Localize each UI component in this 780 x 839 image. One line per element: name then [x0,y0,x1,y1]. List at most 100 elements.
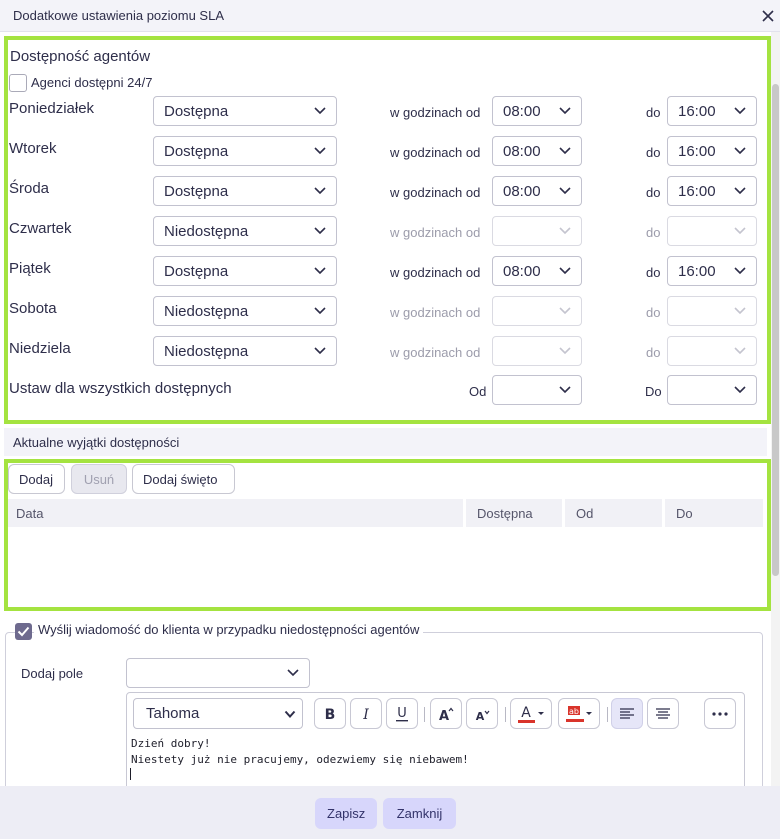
day-status-value: Niedostępna [164,223,249,240]
chevron-down-icon [314,307,326,315]
text-caret [130,768,131,780]
from-time-value: 08:00 [503,103,541,120]
bold-button[interactable]: B [314,698,346,729]
svg-text:A: A [521,705,531,721]
to-time-value: 16:00 [678,263,716,280]
to-time-select[interactable]: 16:00 [667,256,757,286]
align-center-button[interactable] [647,698,679,729]
close-icon[interactable] [759,7,777,25]
from-time-select[interactable] [492,296,582,326]
column-header-date[interactable]: Data [8,499,463,527]
to-label: do [646,145,661,160]
add-holiday-button[interactable]: Dodaj święto [132,464,235,494]
font-family-select[interactable]: Tahoma [133,698,303,729]
to-time-value: 16:00 [678,183,716,200]
column-header-available[interactable]: Dostępna [466,499,562,527]
day-status-value: Niedostępna [164,343,249,360]
toolbar-separator [424,707,425,722]
day-status-select[interactable]: Niedostępna [153,296,337,326]
italic-button[interactable]: I [350,698,382,729]
to-time-select[interactable] [667,336,757,366]
always-available-checkbox[interactable] [9,74,27,92]
from-time-select[interactable]: 08:00 [492,256,582,286]
underline-button[interactable]: U [386,698,418,729]
save-button[interactable]: Zapisz [315,798,377,829]
to-time-select[interactable] [667,216,757,246]
day-status-value: Dostępna [164,103,229,120]
chevron-down-icon [559,267,571,275]
align-left-button[interactable] [611,698,643,729]
day-label: Wtorek [9,140,57,157]
set-all-from-select[interactable] [492,375,582,405]
from-time-select[interactable]: 08:00 [492,96,582,126]
day-status-select[interactable]: Niedostępna [153,336,337,366]
day-status-value: Dostępna [164,263,229,280]
toolbar-separator [505,707,506,722]
scrollbar-thumb[interactable] [772,84,779,576]
from-time-select[interactable]: 08:00 [492,136,582,166]
chevron-down-icon [314,147,326,155]
day-label: Czwartek [9,220,72,237]
decrease-font-button[interactable]: A [466,698,498,729]
to-time-select[interactable]: 16:00 [667,136,757,166]
day-label: Piątek [9,260,51,277]
chevron-down-icon [314,107,326,115]
chevron-down-icon [734,307,746,315]
from-label: w godzinach od [390,305,481,320]
day-label: Poniedziałek [9,100,95,117]
day-status-select[interactable]: Dostępna [153,176,337,206]
day-label: Sobota [9,300,57,317]
day-status-select[interactable]: Dostępna [153,256,337,286]
close-button[interactable]: Zamknij [383,798,456,829]
chevron-down-icon [734,386,746,394]
from-time-select[interactable] [492,336,582,366]
to-label: do [646,225,661,240]
chevron-down-icon [734,147,746,155]
chevron-down-icon [559,307,571,315]
italic-icon: I [362,707,369,722]
column-header-from[interactable]: Od [565,499,662,527]
svg-text:B: B [325,707,336,722]
add-exception-button[interactable]: Dodaj [8,464,65,494]
to-time-select[interactable]: 16:00 [667,96,757,126]
set-all-to-select[interactable] [667,375,757,405]
highlight-color-button[interactable]: ab [558,698,600,729]
column-header-to[interactable]: Do [665,499,763,527]
to-time-select[interactable]: 16:00 [667,176,757,206]
day-status-select[interactable]: Dostępna [153,96,337,126]
from-time-select[interactable]: 08:00 [492,176,582,206]
add-field-select[interactable] [126,658,310,688]
to-label: do [646,185,661,200]
day-status-select[interactable]: Dostępna [153,136,337,166]
bold-icon: B [325,707,336,722]
day-status-select[interactable]: Niedostępna [153,216,337,246]
remove-exception-button[interactable]: Usuń [71,464,127,494]
increase-font-button[interactable]: A [430,698,462,729]
chevron-down-icon [734,347,746,355]
scrollbar[interactable] [771,32,780,786]
svg-text:A: A [439,709,449,722]
to-label: do [646,305,661,320]
chevron-down-icon [559,107,571,115]
to-label: do [646,265,661,280]
chevron-down-icon [734,187,746,195]
availability-title: Dostępność agentów [10,48,151,65]
always-available-label: Agenci dostępni 24/7 [31,75,153,90]
from-time-value: 08:00 [503,143,541,160]
from-time-select[interactable] [492,216,582,246]
set-all-to-label: Do [645,384,662,399]
day-status-value: Dostępna [164,183,229,200]
text-color-button[interactable]: A [510,698,552,729]
exceptions-title: Aktualne wyjątki dostępności [13,435,180,450]
set-all-from-label: Od [469,384,487,399]
dialog-title: Dodatkowe ustawienia poziomu SLA [13,8,225,23]
chevron-down-icon [559,187,571,195]
send-message-checkbox[interactable] [15,623,32,640]
more-options-button[interactable] [704,698,736,729]
to-time-select[interactable] [667,296,757,326]
chevron-down-icon [559,347,571,355]
from-label: w godzinach od [390,225,481,240]
font-increase-icon: A [439,707,454,722]
chevron-down-icon [314,267,326,275]
chevron-down-icon [314,187,326,195]
